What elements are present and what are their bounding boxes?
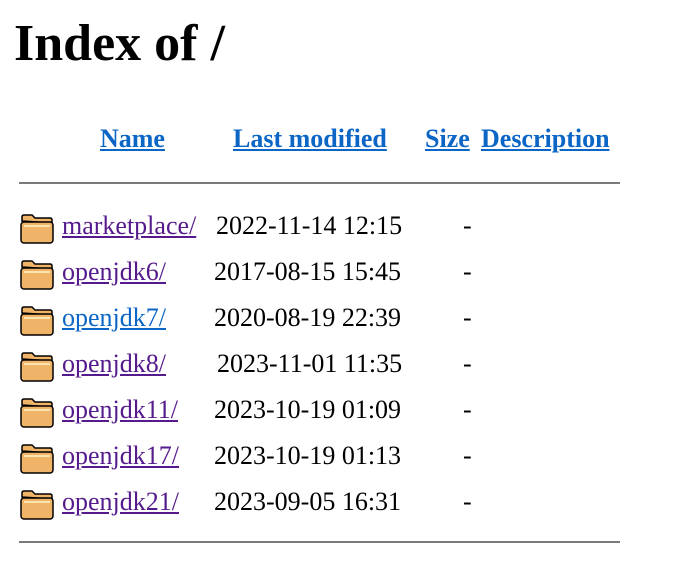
directory-link[interactable]: marketplace/: [62, 208, 196, 244]
sort-by-size-link[interactable]: Size: [425, 123, 470, 154]
directory-link[interactable]: openjdk6/: [62, 254, 166, 290]
table-row: openjdk8/2023-11-01 11:35 -: [0, 346, 690, 386]
sort-by-description-link[interactable]: Description: [481, 123, 610, 154]
table-row: openjdk21/2023-09-05 16:31 -: [0, 484, 690, 524]
header-divider: [19, 182, 620, 184]
page-title: Index of /: [14, 15, 225, 72]
table-row: openjdk11/2023-10-19 01:09 -: [0, 392, 690, 432]
folder-icon: [20, 306, 54, 336]
directory-link[interactable]: openjdk11/: [62, 392, 178, 428]
table-row: openjdk6/2017-08-15 15:45 -: [0, 254, 690, 294]
directory-link[interactable]: openjdk21/: [62, 484, 179, 520]
size-cell: -: [463, 257, 472, 286]
folder-icon: [20, 352, 54, 382]
size-cell: -: [463, 303, 472, 332]
last-modified-cell: 2022-11-14 12:15: [216, 211, 403, 240]
size-cell: -: [463, 441, 472, 470]
directory-link[interactable]: openjdk7/: [62, 300, 166, 336]
size-cell: -: [463, 487, 472, 516]
table-row: marketplace/2022-11-14 12:15 -: [0, 208, 690, 248]
sort-by-last-modified-link[interactable]: Last modified: [233, 123, 387, 154]
last-modified-cell: 2023-10-19 01:09: [214, 395, 402, 424]
size-cell: -: [463, 211, 472, 240]
folder-icon: [20, 214, 54, 244]
size-cell: -: [463, 349, 472, 378]
last-modified-cell: 2023-10-19 01:13: [214, 441, 402, 470]
sort-by-name-link[interactable]: Name: [100, 123, 165, 154]
size-cell: -: [463, 395, 472, 424]
folder-icon: [20, 260, 54, 290]
last-modified-cell: 2020-08-19 22:39: [214, 303, 402, 332]
directory-link[interactable]: openjdk8/: [62, 346, 166, 382]
folder-icon: [20, 398, 54, 428]
footer-divider: [19, 541, 620, 543]
last-modified-cell: 2017-08-15 15:45: [214, 257, 402, 286]
last-modified-cell: 2023-09-05 16:31: [214, 487, 402, 516]
table-row: openjdk17/2023-10-19 01:13 -: [0, 438, 690, 478]
folder-icon: [20, 444, 54, 474]
directory-link[interactable]: openjdk17/: [62, 438, 179, 474]
folder-icon: [20, 490, 54, 520]
table-row: openjdk7/2020-08-19 22:39 -: [0, 300, 690, 340]
last-modified-cell: 2023-11-01 11:35: [217, 349, 403, 378]
